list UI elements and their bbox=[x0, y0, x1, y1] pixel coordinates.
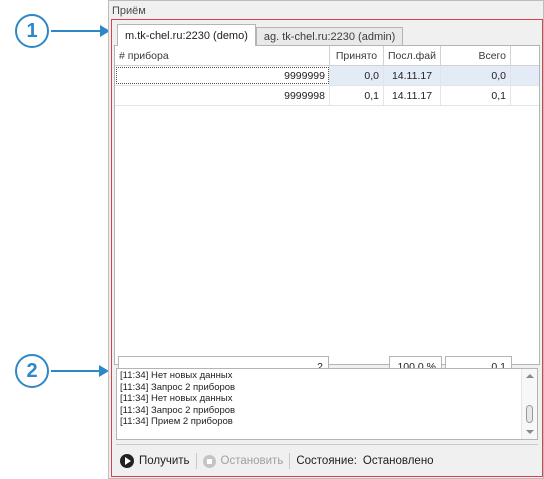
grid-header: # прибора Принято Посл.фай Всего bbox=[115, 46, 539, 66]
scroll-down-icon[interactable] bbox=[526, 430, 534, 434]
scroll-up-icon[interactable] bbox=[526, 374, 534, 378]
get-button[interactable]: Получить bbox=[120, 454, 190, 468]
scroll-thumb[interactable] bbox=[526, 405, 533, 423]
cell-total[interactable]: 0,1 bbox=[441, 86, 511, 105]
callout-1-label: 1 bbox=[26, 19, 38, 42]
devices-grid: # прибора Принято Посл.фай Всего 9999999… bbox=[114, 45, 540, 365]
toolbar-separator bbox=[195, 453, 197, 469]
log-line: [11:34] Запрос 2 приборов bbox=[120, 381, 236, 393]
cell-received[interactable]: 0,0 bbox=[330, 66, 384, 85]
tab-demo[interactable]: m.tk-chel.ru:2230 (demo) bbox=[117, 24, 256, 46]
log-line: [11:34] Запрос 2 приборов bbox=[120, 404, 236, 416]
state-value: Остановлено bbox=[362, 455, 434, 467]
cell-last-file[interactable]: 14.11.17 bbox=[384, 66, 441, 85]
log-line: [11:34] Прием 2 приборов bbox=[120, 416, 233, 427]
callout-2-label: 2 bbox=[26, 359, 38, 382]
tab-admin[interactable]: ag. tk-chel.ru:2230 (admin) bbox=[255, 27, 404, 46]
get-button-label: Получить bbox=[139, 455, 190, 467]
cell-received[interactable]: 0,1 bbox=[330, 86, 384, 105]
state-label: Состояние: bbox=[296, 455, 357, 467]
table-row[interactable]: 9999998 0,1 14.11.17 0,1 bbox=[115, 86, 539, 106]
column-header-device[interactable]: # прибора bbox=[115, 46, 330, 66]
server-tabs: m.tk-chel.ru:2230 (demo) ag. tk-chel.ru:… bbox=[117, 24, 404, 46]
cell-extra bbox=[511, 86, 539, 105]
stop-button[interactable]: Остановить bbox=[202, 454, 284, 468]
cell-device-number[interactable]: 9999999 bbox=[115, 66, 330, 85]
cell-total[interactable]: 0,0 bbox=[441, 66, 511, 85]
callout-2: 2 bbox=[15, 354, 49, 388]
receive-panel: m.tk-chel.ru:2230 (demo) ag. tk-chel.ru:… bbox=[111, 19, 543, 477]
column-header-received[interactable]: Принято bbox=[330, 46, 384, 66]
callout-1-line bbox=[51, 30, 101, 32]
callout-1: 1 bbox=[15, 14, 49, 48]
bottom-toolbar: Получить Остановить Состояние: Остановле… bbox=[120, 450, 434, 472]
toolbar-divider bbox=[116, 444, 538, 445]
column-header-total[interactable]: Всего bbox=[441, 46, 511, 66]
cell-last-file[interactable]: 14.11.17 bbox=[384, 86, 441, 105]
table-row[interactable]: 9999999 0,0 14.11.17 0,0 bbox=[115, 66, 539, 86]
play-icon bbox=[120, 454, 134, 468]
log-line: [11:34] Нет новых данных bbox=[120, 370, 233, 381]
log-line: [11:34] Нет новых данных bbox=[120, 393, 233, 404]
callout-2-line bbox=[51, 370, 99, 372]
log-area[interactable]: [11:34] Нет новых данных [11:34] Запрос … bbox=[116, 368, 538, 440]
toolbar-separator bbox=[289, 453, 291, 469]
stop-icon bbox=[202, 454, 216, 468]
cell-device-number[interactable]: 9999998 bbox=[115, 86, 330, 105]
panel-title: Приём bbox=[112, 5, 146, 17]
cell-extra bbox=[511, 66, 539, 85]
log-lines: [11:34] Нет новых данных [11:34] Запрос … bbox=[120, 370, 235, 428]
log-scrollbar[interactable] bbox=[521, 369, 537, 439]
column-header-last-file[interactable]: Посл.фай bbox=[384, 46, 441, 66]
receive-window: Приём m.tk-chel.ru:2230 (demo) ag. tk-ch… bbox=[108, 0, 544, 479]
stop-button-label: Остановить bbox=[220, 455, 284, 467]
column-header-extra bbox=[511, 46, 539, 66]
